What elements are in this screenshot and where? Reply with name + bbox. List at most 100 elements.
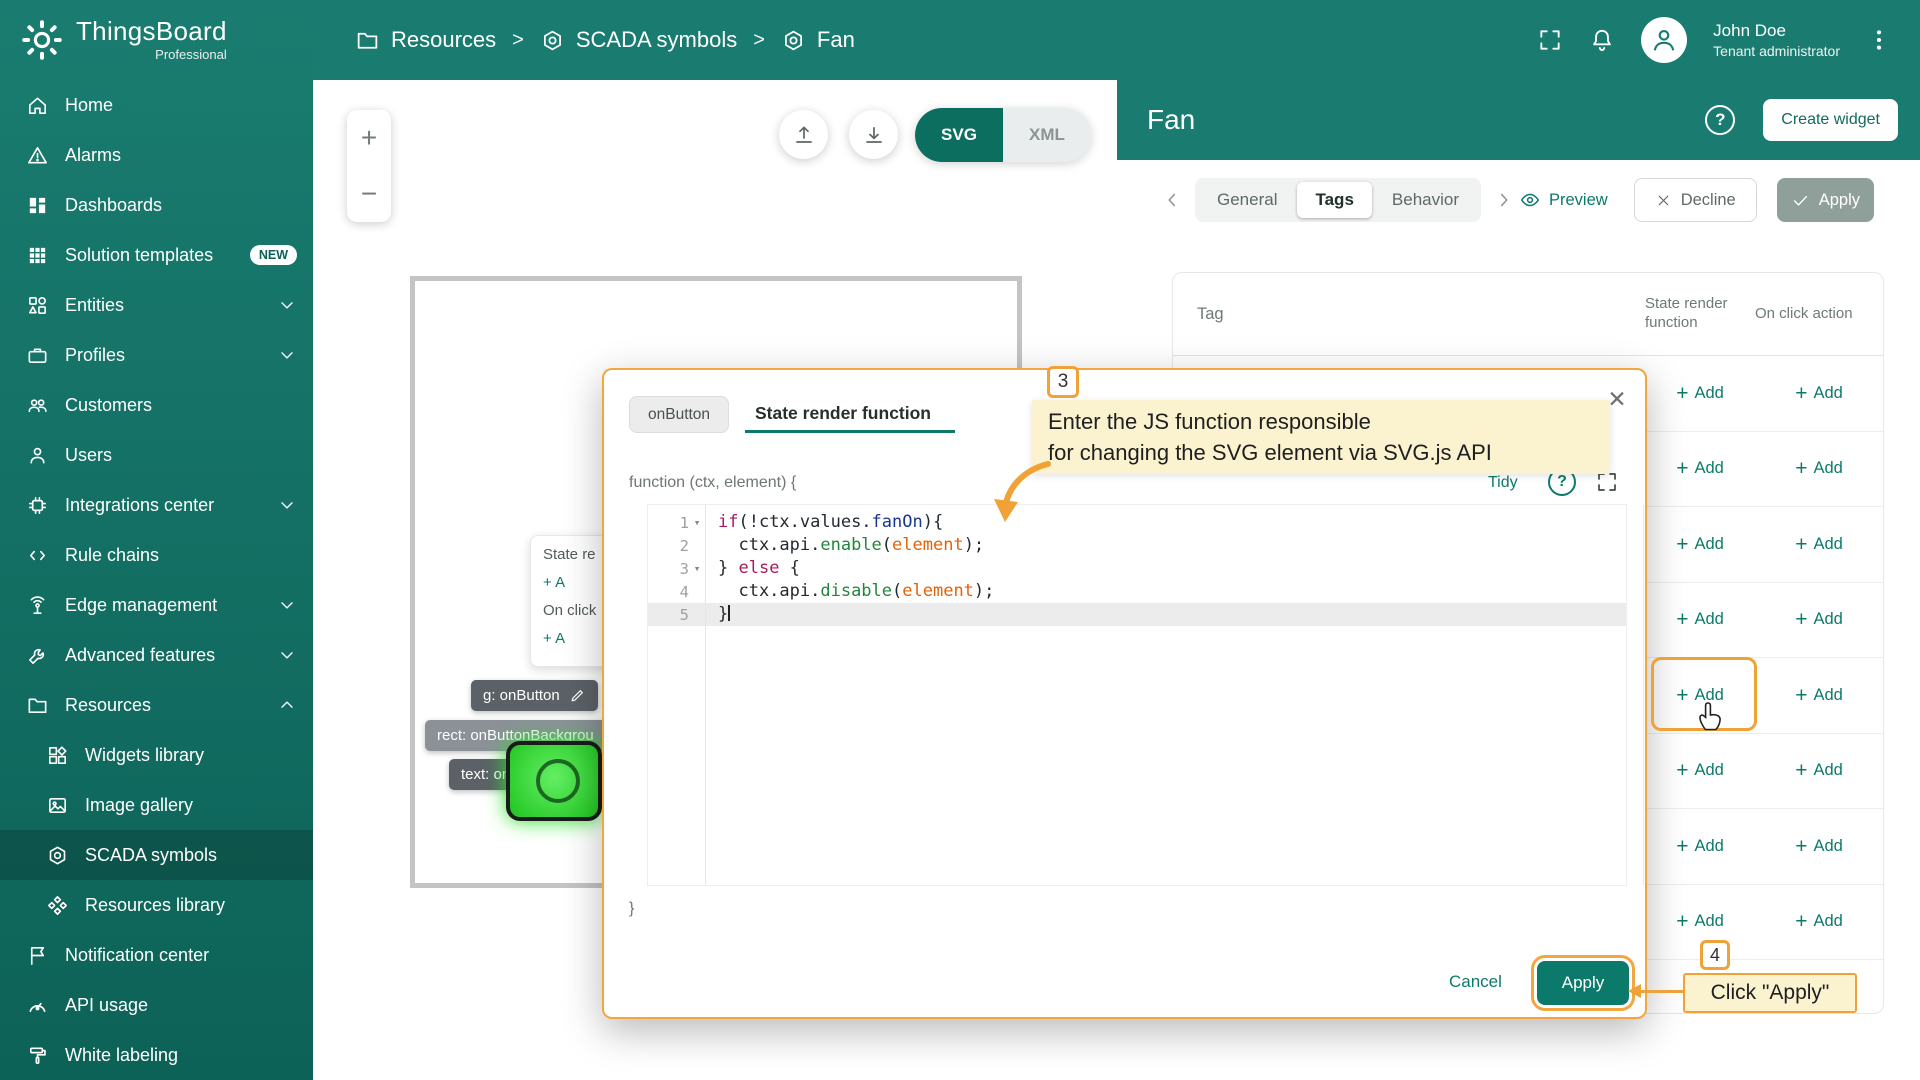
- gutter-line: 4: [648, 580, 705, 603]
- chevron-right-icon[interactable]: [1493, 189, 1515, 211]
- sidebar-item-users[interactable]: Users: [0, 430, 313, 480]
- add-state-render-button[interactable]: +Add: [1645, 609, 1755, 630]
- tutorial-step-3-line2: for changing the SVG element via SVG.js …: [1048, 437, 1594, 468]
- add-on-click-button[interactable]: +Add: [1755, 609, 1883, 630]
- tab-tags[interactable]: Tags: [1297, 182, 1371, 218]
- home-icon: [26, 94, 49, 117]
- avatar[interactable]: [1641, 17, 1687, 63]
- tag-chip-g-onbutton[interactable]: g: onButton: [471, 680, 598, 711]
- column-on-click-action: On click action: [1755, 305, 1883, 324]
- sidebar-item-solution-templates[interactable]: Solution templatesNEW: [0, 230, 313, 280]
- tab-behavior[interactable]: Behavior: [1374, 182, 1477, 218]
- notifications-bell-icon[interactable]: [1589, 27, 1615, 53]
- thingsboard-logo-icon: [20, 18, 64, 62]
- xml-toggle-button[interactable]: XML: [1003, 108, 1091, 162]
- sidebar-item-resources[interactable]: Resources: [0, 680, 313, 730]
- onbutton-chip[interactable]: onButton: [629, 396, 729, 433]
- kebab-menu-icon[interactable]: [1866, 27, 1892, 53]
- breadcrumb-item-fan[interactable]: Fan: [781, 27, 855, 53]
- chevron-down-icon: [277, 495, 297, 515]
- sidebar-item-entities[interactable]: Entities: [0, 280, 313, 330]
- sidebar-item-resources-library[interactable]: Resources library: [0, 880, 313, 930]
- gutter-line: 2: [648, 534, 705, 557]
- help-button[interactable]: ?: [1705, 105, 1735, 135]
- notification-icon: [26, 944, 49, 967]
- create-widget-button[interactable]: Create widget: [1763, 99, 1898, 141]
- add-state-render-button[interactable]: +Add: [1645, 911, 1755, 932]
- fold-icon[interactable]: ▾: [689, 516, 705, 529]
- text-caret: [728, 605, 730, 621]
- app-edition: Professional: [76, 47, 227, 62]
- column-state-render-function: State render function: [1645, 295, 1755, 333]
- tutorial-close-icon[interactable]: ✕: [1602, 384, 1632, 414]
- function-signature: function (ctx, element) {: [629, 474, 796, 492]
- editor-gutter: 1▾23▾45: [648, 505, 706, 885]
- add-on-click-button[interactable]: +Add: [1755, 836, 1883, 857]
- breadcrumb: Resources>SCADA symbols>Fan: [355, 27, 855, 53]
- breadcrumb-item-scada-symbols[interactable]: SCADA symbols: [540, 27, 737, 53]
- chevron-down-icon: [277, 595, 297, 615]
- add-on-click-button[interactable]: +Add: [1755, 685, 1883, 706]
- sidebar-item-integrations-center[interactable]: Integrations center: [0, 480, 313, 530]
- sidebar-item-advanced-features[interactable]: Advanced features: [0, 630, 313, 680]
- svg-toggle-button[interactable]: SVG: [915, 108, 1003, 162]
- sidebar-item-notification-center[interactable]: Notification center: [0, 930, 313, 980]
- sidebar-item-dashboards[interactable]: Dashboards: [0, 180, 313, 230]
- decline-button[interactable]: Decline: [1634, 178, 1757, 222]
- tab-state-render-function[interactable]: State render function: [755, 403, 931, 424]
- preview-button[interactable]: Preview: [1519, 189, 1608, 211]
- sidebar-item-edge-management[interactable]: Edge management: [0, 580, 313, 630]
- add-state-render-button[interactable]: +Add: [1645, 534, 1755, 555]
- fullscreen-icon[interactable]: [1537, 27, 1563, 53]
- check-icon: [1791, 191, 1810, 210]
- apply-panel-button[interactable]: Apply: [1777, 178, 1874, 222]
- breadcrumb-item-resources[interactable]: Resources: [355, 27, 496, 53]
- app-logo[interactable]: ThingsBoard Professional: [0, 0, 313, 80]
- sidebar-item-widgets-library[interactable]: Widgets library: [0, 730, 313, 780]
- sidebar-item-white-labeling[interactable]: White labeling: [0, 1030, 313, 1080]
- on-button-element[interactable]: [506, 741, 602, 821]
- code-line: ctx.api.disable(element);: [706, 580, 1626, 603]
- tidy-button[interactable]: Tidy: [1488, 474, 1518, 492]
- pencil-icon: [569, 687, 586, 704]
- chevron-down-icon: [277, 645, 297, 665]
- add-state-render-button[interactable]: +Add: [1645, 760, 1755, 781]
- sidebar-item-scada-symbols[interactable]: SCADA symbols: [0, 830, 313, 880]
- chevron-left-icon[interactable]: [1161, 189, 1183, 211]
- code-editor[interactable]: 1▾23▾45 if(!ctx.values.fanOn){ ctx.api.e…: [647, 504, 1627, 886]
- sidebar-item-alarms[interactable]: Alarms: [0, 130, 313, 180]
- download-button[interactable]: [849, 110, 898, 159]
- add-on-click-button[interactable]: +Add: [1755, 458, 1883, 479]
- sidebar-item-image-gallery[interactable]: Image gallery: [0, 780, 313, 830]
- zoom-out-button[interactable]: −: [361, 180, 377, 208]
- add-state-render-button[interactable]: +Add: [1645, 458, 1755, 479]
- sidebar-item-rule-chains[interactable]: Rule chains: [0, 530, 313, 580]
- download-icon: [862, 123, 886, 147]
- zoom-in-button[interactable]: +: [361, 124, 377, 152]
- gutter-line: 1▾: [648, 511, 705, 534]
- upload-button[interactable]: [779, 110, 828, 159]
- add-on-click-button[interactable]: +Add: [1755, 534, 1883, 555]
- add-on-click-button[interactable]: +Add: [1755, 911, 1883, 932]
- tutorial-connector-arrowhead: [1628, 984, 1641, 998]
- active-tab-underline: [745, 430, 955, 433]
- edge-management-icon: [26, 594, 49, 617]
- apply-dialog-button[interactable]: Apply: [1537, 961, 1629, 1005]
- add-on-click-button[interactable]: +Add: [1755, 383, 1883, 404]
- sidebar-item-profiles[interactable]: Profiles: [0, 330, 313, 380]
- cancel-button[interactable]: Cancel: [1449, 972, 1502, 992]
- hand-cursor-icon: [1694, 700, 1724, 734]
- panel-toolbar: GeneralTagsBehavior Preview Decline Appl…: [1117, 160, 1920, 240]
- editor-code: if(!ctx.values.fanOn){ ctx.api.enable(el…: [706, 505, 1626, 885]
- fold-icon[interactable]: ▾: [689, 562, 705, 575]
- add-on-click-button[interactable]: +Add: [1755, 760, 1883, 781]
- add-state-render-button[interactable]: +Add: [1645, 836, 1755, 857]
- topbar-actions: John Doe Tenant administrator: [1537, 17, 1892, 63]
- breadcrumb-separator: >: [512, 29, 524, 52]
- sidebar-item-api-usage[interactable]: API usage: [0, 980, 313, 1030]
- gutter-line: 5: [648, 603, 705, 626]
- sidebar-item-customers[interactable]: Customers: [0, 380, 313, 430]
- tab-general[interactable]: General: [1199, 182, 1295, 218]
- add-state-render-button[interactable]: +Add: [1645, 383, 1755, 404]
- sidebar-item-home[interactable]: Home: [0, 80, 313, 130]
